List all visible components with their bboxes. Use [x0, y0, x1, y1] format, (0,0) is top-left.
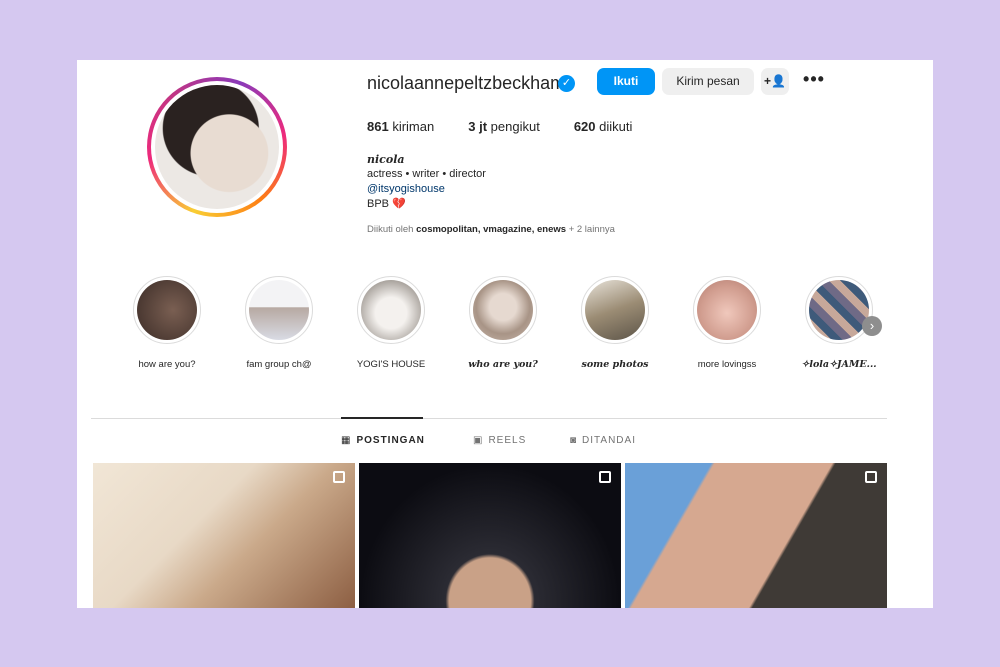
post-thumbnail[interactable] — [93, 463, 355, 608]
add-user-icon[interactable]: +👤 — [761, 68, 789, 95]
stat-posts: 861 kiriman — [367, 119, 435, 134]
chevron-right-icon[interactable]: › — [862, 316, 882, 336]
followed-by[interactable]: Diikuti oleh cosmopolitan, vmagazine, en… — [367, 224, 615, 235]
carousel-icon — [333, 471, 345, 483]
carousel-icon — [865, 471, 877, 483]
post-thumbnail[interactable] — [359, 463, 621, 608]
profile-card: nicolaannepeltzbeckham ✓ Ikuti Kirim pes… — [77, 60, 933, 608]
grid-icon: ▦ — [341, 435, 352, 446]
carousel-icon — [599, 471, 611, 483]
follow-button[interactable]: Ikuti — [597, 68, 655, 95]
highlight-item[interactable]: YOGI'S HOUSE — [346, 276, 436, 370]
bio-link[interactable]: @itsyogishouse — [367, 182, 486, 197]
tab-tagged[interactable]: ◙ DITANDAI — [570, 435, 636, 446]
active-tab-indicator — [341, 417, 423, 419]
profile-stats: 861 kiriman 3 jt pengikut 620 diikuti — [367, 119, 666, 134]
username: nicolaannepeltzbeckham — [367, 73, 566, 93]
divider — [91, 418, 887, 419]
highlight-item[interactable]: more lovingss — [682, 276, 772, 370]
avatar-photo — [155, 85, 279, 209]
bio-line: actress • writer • director — [367, 168, 486, 180]
tab-reels[interactable]: ▣ REELS — [473, 435, 526, 446]
profile-bio: 𝒏𝒊𝒄𝒐𝒍𝒂 actress • writer • director @itsy… — [367, 152, 486, 212]
highlight-item[interactable]: 𝒔𝒐𝒎𝒆 𝒑𝒉𝒐𝒕𝒐𝒔 — [570, 276, 660, 370]
profile-avatar[interactable] — [147, 77, 287, 217]
tagged-icon: ◙ — [570, 435, 578, 446]
tab-posts[interactable]: ▦ POSTINGAN — [341, 435, 425, 446]
post-thumbnail[interactable] — [625, 463, 887, 608]
highlight-item[interactable]: 𝒘𝒉𝒐 𝒂𝒓𝒆 𝒚𝒐𝒖? — [458, 276, 548, 370]
more-options-icon[interactable]: ••• — [799, 68, 829, 95]
reels-icon: ▣ — [473, 435, 484, 446]
highlight-item[interactable]: how are you? — [122, 276, 212, 370]
bio-line: BPB 💔 — [367, 198, 406, 210]
stat-followers[interactable]: 3 jt pengikut — [468, 119, 540, 134]
broken-heart-icon: 💔 — [392, 198, 406, 210]
message-button[interactable]: Kirim pesan — [662, 68, 754, 95]
bio-name: 𝒏𝒊𝒄𝒐𝒍𝒂 — [367, 153, 405, 166]
verified-badge-icon: ✓ — [558, 75, 575, 92]
stat-following[interactable]: 620 diikuti — [574, 119, 633, 134]
highlight-item[interactable]: fam group ch@ — [234, 276, 324, 370]
